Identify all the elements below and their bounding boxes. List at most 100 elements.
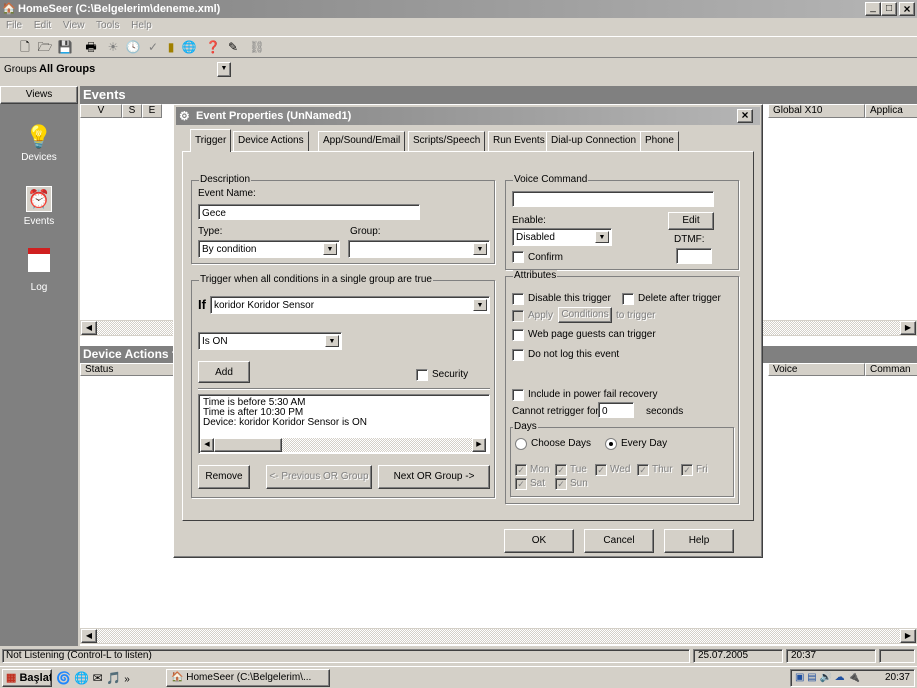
globe-icon[interactable]: 🌐 xyxy=(180,38,198,56)
conditions-list[interactable]: Time is before 5:30 AM Time is after 10:… xyxy=(198,394,490,454)
previous-or-group-button[interactable]: <- Previous OR Group xyxy=(266,465,372,489)
desktop-icon[interactable]: 🌀 xyxy=(56,671,71,685)
tab-trigger[interactable]: Trigger xyxy=(190,129,232,152)
day-sun-checkbox[interactable]: ✓ xyxy=(555,478,567,490)
conditions-scrollbar[interactable]: ◀ ▶ xyxy=(200,438,486,452)
menu-help[interactable]: Help xyxy=(131,20,152,31)
chevron-down-icon[interactable]: ▼ xyxy=(473,299,487,311)
tab-phone[interactable]: Phone xyxy=(640,131,679,151)
chevron-down-icon[interactable]: ▼ xyxy=(325,335,339,347)
group-select[interactable]: ▼ xyxy=(348,240,490,258)
menu-edit[interactable]: Edit xyxy=(34,20,51,31)
start-button[interactable]: ▦ Başlat xyxy=(2,669,52,687)
event-name-input[interactable]: Gece xyxy=(198,204,420,220)
edit-button[interactable]: Edit xyxy=(668,212,714,230)
col-voice[interactable]: Voice xyxy=(768,363,865,376)
device-select[interactable]: koridor Koridor Sensor ▼ xyxy=(210,296,490,314)
day-wed-checkbox[interactable]: ✓ xyxy=(595,464,607,476)
tray-icons[interactable]: ▣ ▤ 🔊 ☁ 🔌 xyxy=(795,672,860,683)
menu-tools[interactable]: Tools xyxy=(96,20,119,31)
help-icon[interactable]: ❓ xyxy=(204,38,222,56)
ok-button[interactable]: OK xyxy=(504,529,574,553)
condition-select[interactable]: Is ON ▼ xyxy=(198,332,342,350)
groups-dropdown-button[interactable]: ▼ xyxy=(217,62,231,77)
open-icon[interactable]: 🗁 xyxy=(36,38,54,56)
tab-app-sound-email[interactable]: App/Sound/Email xyxy=(318,131,406,151)
type-select[interactable]: By condition ▼ xyxy=(198,240,340,258)
scroll-left-arrow-icon[interactable]: ◀ xyxy=(200,438,214,452)
add-button[interactable]: Add xyxy=(198,361,250,383)
dialog-close-button[interactable]: × xyxy=(737,109,753,123)
retrigger-input[interactable]: 0 xyxy=(598,402,634,418)
day-thur-checkbox[interactable]: ✓ xyxy=(637,464,649,476)
scroll-left-arrow-icon[interactable]: ◀ xyxy=(81,629,97,643)
voice-command-input[interactable] xyxy=(512,191,714,207)
sidebar-item-log[interactable]: Log xyxy=(0,248,78,298)
tab-run-events[interactable]: Run Events xyxy=(488,131,550,151)
check-icon[interactable]: ✓ xyxy=(144,38,162,56)
link-icon[interactable]: ⛓ xyxy=(248,38,266,56)
delete-after-trigger-checkbox[interactable] xyxy=(622,293,634,305)
schedule-icon[interactable]: ▮ xyxy=(162,38,180,56)
every-day-radio[interactable] xyxy=(605,438,617,450)
col-status[interactable]: Status xyxy=(80,363,176,376)
condition-item[interactable]: Device: koridor Koridor Sensor is ON xyxy=(203,418,485,428)
power-fail-checkbox[interactable] xyxy=(512,389,524,401)
device-actions-scrollbar[interactable]: ◀ ▶ xyxy=(80,628,917,644)
sidebar-item-devices[interactable]: 💡 Devices xyxy=(0,122,78,172)
clock-icon[interactable]: 🕓 xyxy=(124,38,142,56)
mail-icon[interactable]: ✉ xyxy=(93,671,103,685)
day-sat-checkbox[interactable]: ✓ xyxy=(515,478,527,490)
new-icon[interactable]: 🗋 xyxy=(16,38,34,56)
tab-device-actions[interactable]: Device Actions xyxy=(233,131,309,151)
scroll-right-arrow-icon[interactable]: ▶ xyxy=(900,321,916,335)
scroll-right-arrow-icon[interactable]: ▶ xyxy=(472,438,486,452)
chevron-down-icon[interactable]: ▼ xyxy=(595,231,609,243)
save-icon[interactable]: 💾 xyxy=(56,38,74,56)
scroll-left-arrow-icon[interactable]: ◀ xyxy=(81,321,97,335)
apply-checkbox[interactable] xyxy=(512,310,524,322)
sidebar-item-events[interactable]: ⏰ Events xyxy=(0,186,78,236)
cancel-button[interactable]: Cancel xyxy=(584,529,654,553)
dtmf-input[interactable] xyxy=(676,248,712,264)
security-checkbox[interactable] xyxy=(416,369,428,381)
col-s[interactable]: S xyxy=(122,104,142,118)
tab-scripts-speech[interactable]: Scripts/Speech xyxy=(408,131,486,151)
remove-button[interactable]: Remove xyxy=(198,465,250,489)
col-v[interactable]: V xyxy=(80,104,122,118)
chevron-down-icon[interactable]: ▼ xyxy=(323,243,337,255)
col-application[interactable]: Applica xyxy=(865,104,917,118)
day-fri-checkbox[interactable]: ✓ xyxy=(681,464,693,476)
wand-icon[interactable]: ✎ xyxy=(224,38,242,56)
col-global-x10[interactable]: Global X10 xyxy=(768,104,865,118)
media-icon[interactable]: 🎵 xyxy=(106,671,121,685)
scroll-thumb[interactable] xyxy=(214,438,282,452)
menu-file[interactable]: File xyxy=(6,20,22,31)
help-button[interactable]: Help xyxy=(664,529,734,553)
disable-trigger-checkbox[interactable] xyxy=(512,293,524,305)
tab-dial-up[interactable]: Dial-up Connection xyxy=(546,131,642,151)
day-mon-checkbox[interactable]: ✓ xyxy=(515,464,527,476)
chevron-down-icon[interactable]: ▼ xyxy=(473,243,487,255)
close-button[interactable]: × xyxy=(899,2,915,16)
col-e[interactable]: E xyxy=(142,104,162,118)
taskbar-homeseer[interactable]: 🏠 HomeSeer (C:\Belgelerim\... xyxy=(166,669,330,687)
col-command[interactable]: Comman xyxy=(865,363,917,376)
menu-view[interactable]: View xyxy=(63,20,85,31)
web-guests-checkbox[interactable] xyxy=(512,329,524,341)
do-not-log-checkbox[interactable] xyxy=(512,349,524,361)
chevron-icon[interactable]: » xyxy=(124,674,130,685)
confirm-checkbox[interactable] xyxy=(512,251,524,263)
choose-days-radio[interactable] xyxy=(515,438,527,450)
maximize-button[interactable]: □ xyxy=(881,2,897,16)
conditions-button[interactable]: Conditions xyxy=(558,307,612,323)
attributes-legend: Attributes xyxy=(513,270,558,281)
next-or-group-button[interactable]: Next OR Group -> xyxy=(378,465,490,489)
scroll-right-arrow-icon[interactable]: ▶ xyxy=(900,629,916,643)
enable-select[interactable]: Disabled ▼ xyxy=(512,228,612,246)
minimize-button[interactable]: _ xyxy=(865,2,881,16)
browser-icon[interactable]: 🌐 xyxy=(74,671,89,685)
print-icon[interactable]: 🖶 xyxy=(82,38,100,56)
tools-icon[interactable]: ☀ xyxy=(104,38,122,56)
day-tue-checkbox[interactable]: ✓ xyxy=(555,464,567,476)
